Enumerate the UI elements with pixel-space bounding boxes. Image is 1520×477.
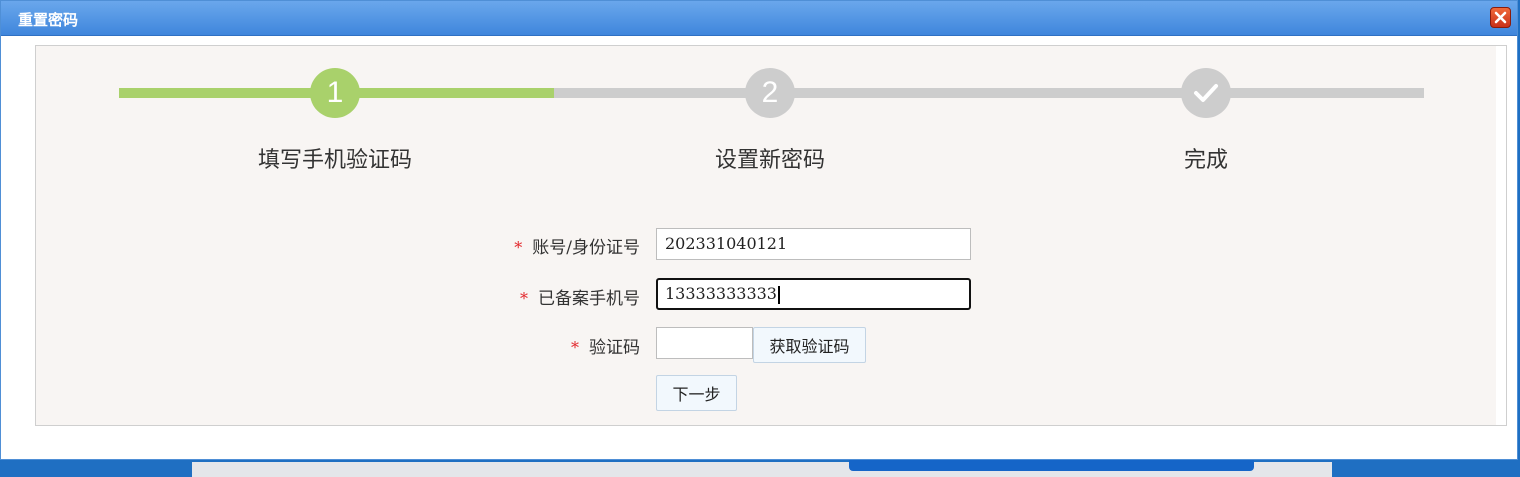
account-label: * 账号/身份证号 xyxy=(514,238,640,258)
checkmark-icon xyxy=(1194,84,1218,102)
dialog-title: 重置密码 xyxy=(18,11,79,29)
code-label: * 验证码 xyxy=(571,338,640,358)
progress-track-pending xyxy=(554,88,1424,98)
step-3-circle xyxy=(1181,68,1231,118)
step-1-number: 1 xyxy=(326,76,344,109)
step-1-label: 填写手机验证码 xyxy=(257,148,412,173)
phone-input[interactable]: 13333333333 xyxy=(656,278,971,310)
phone-value: 13333333333 xyxy=(665,284,777,303)
reset-password-dialog: 重置密码 1 2 填写手机验证码 设置新密码 完成 * 账号/身份证号 2023… xyxy=(0,0,1518,460)
text-caret xyxy=(777,285,780,304)
next-step-button[interactable]: 下一步 xyxy=(656,375,737,411)
step-2-number: 2 xyxy=(761,76,779,109)
verification-code-input[interactable] xyxy=(656,327,753,359)
step-2-label: 设置新密码 xyxy=(714,148,825,173)
required-mark: * xyxy=(520,289,528,308)
required-mark: * xyxy=(514,238,523,257)
step-3-label: 完成 xyxy=(1183,148,1228,173)
account-input[interactable]: 202331040121 xyxy=(656,228,971,260)
dialog-titlebar[interactable]: 重置密码 xyxy=(1,1,1517,36)
phone-label: * 已备案手机号 xyxy=(520,289,640,309)
step-1-circle: 1 xyxy=(310,68,360,118)
close-icon xyxy=(1494,11,1507,24)
reset-form-panel: 1 2 填写手机验证码 设置新密码 完成 * 账号/身份证号 2023310401… xyxy=(35,45,1507,426)
panel-right-margin xyxy=(1496,46,1506,425)
get-code-button[interactable]: 获取验证码 xyxy=(753,327,866,363)
required-mark: * xyxy=(571,338,579,357)
background-window-bar xyxy=(849,460,1254,471)
step-2-circle: 2 xyxy=(745,68,795,118)
close-button[interactable] xyxy=(1490,7,1511,28)
